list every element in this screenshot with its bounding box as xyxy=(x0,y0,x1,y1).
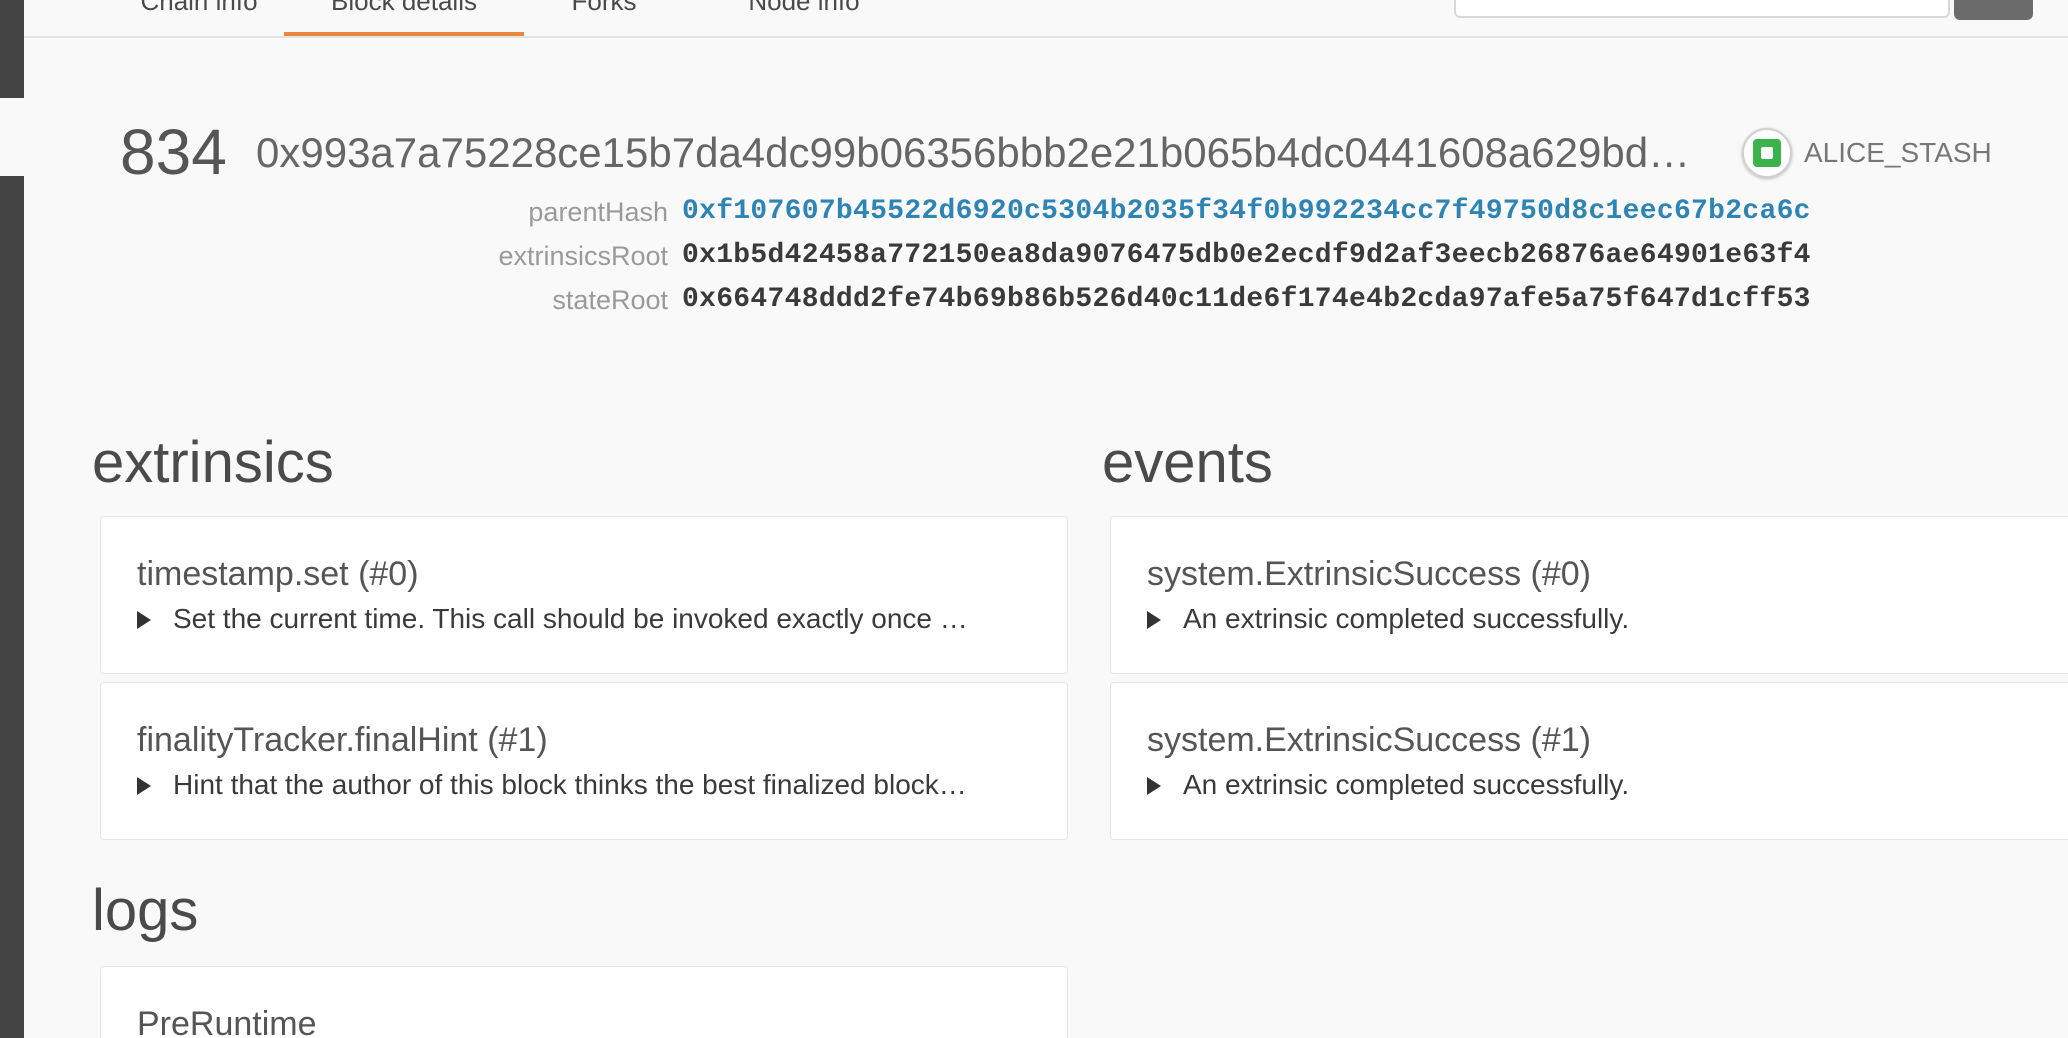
extrinsic-title: finalityTracker.finalHint (#1) xyxy=(137,721,548,759)
events-heading: events xyxy=(1102,430,1273,495)
tab-node-info[interactable]: Node info xyxy=(704,0,904,36)
extrinsic-title: timestamp.set (#0) xyxy=(137,555,419,593)
parent-hash-link[interactable]: 0xf107607b45522d6920c5304b2035f34f0b9922… xyxy=(682,192,1811,232)
extrinsic-summary-text: Hint that the author of this block think… xyxy=(173,769,967,800)
extrinsic-card: finalityTracker.finalHint (#1) Hint that… xyxy=(100,682,1068,840)
tab-chain-info[interactable]: Chain info xyxy=(114,0,284,36)
log-card: PreRuntime xyxy=(100,966,1068,1038)
extrinsic-summary-toggle[interactable]: Hint that the author of this block think… xyxy=(137,765,1049,805)
block-search-button[interactable] xyxy=(1954,0,2033,20)
parent-hash-label: parentHash xyxy=(528,197,668,227)
sidebar-notch xyxy=(0,98,24,176)
event-summary-text: An extrinsic completed successfully. xyxy=(1183,769,1630,800)
state-root-value: 0x664748ddd2fe74b69b86b526d40c11de6f174e… xyxy=(682,284,1811,315)
extrinsic-summary-toggle[interactable]: Set the current time. This call should b… xyxy=(137,599,1049,639)
extrinsics-root-label: extrinsicsRoot xyxy=(498,241,668,271)
tab-block-details[interactable]: Block details xyxy=(284,0,524,36)
parent-hash-row: parentHash 0xf107607b45522d6920c5304b203… xyxy=(0,192,2068,232)
logs-heading: logs xyxy=(92,878,199,943)
event-summary-toggle[interactable]: An extrinsic completed successfully. xyxy=(1147,599,1629,639)
extrinsics-heading: extrinsics xyxy=(92,430,334,495)
expand-triangle-icon xyxy=(1147,611,1161,629)
event-title: system.ExtrinsicSuccess (#0) xyxy=(1147,555,1591,593)
expand-triangle-icon xyxy=(137,777,151,795)
expand-triangle-icon xyxy=(137,611,151,629)
author-identicon-icon xyxy=(1742,128,1792,178)
extrinsic-card: timestamp.set (#0) Set the current time.… xyxy=(100,516,1068,674)
tab-forks[interactable]: Forks xyxy=(554,0,654,36)
block-number: 834 xyxy=(120,116,227,188)
event-card: system.ExtrinsicSuccess (#0) An extrinsi… xyxy=(1110,516,2068,674)
extrinsics-root-row: extrinsicsRoot 0x1b5d42458a772150ea8da90… xyxy=(0,236,2068,276)
sidebar-strip xyxy=(0,0,24,1038)
event-title: system.ExtrinsicSuccess (#1) xyxy=(1147,721,1591,759)
block-hash: 0x993a7a75228ce15b7da4dc99b06356bbb2e21b… xyxy=(256,129,1691,176)
event-summary-toggle[interactable]: An extrinsic completed successfully. xyxy=(1147,765,1629,805)
event-card: system.ExtrinsicSuccess (#1) An extrinsi… xyxy=(1110,682,2068,840)
block-search-input[interactable] xyxy=(1454,0,1950,18)
extrinsics-root-value: 0x1b5d42458a772150ea8da9076475db0e2ecdf9… xyxy=(682,240,1811,271)
log-title: PreRuntime xyxy=(137,1005,317,1038)
expand-triangle-icon xyxy=(1147,777,1161,795)
author-name: ALICE_STASH xyxy=(1804,137,1992,168)
event-summary-text: An extrinsic completed successfully. xyxy=(1183,603,1630,634)
state-root-row: stateRoot 0x664748ddd2fe74b69b86b526d40c… xyxy=(0,280,2068,320)
tab-bar: Chain info Block details Forks Node info xyxy=(24,0,2068,38)
state-root-label: stateRoot xyxy=(552,285,668,315)
extrinsic-summary-text: Set the current time. This call should b… xyxy=(173,603,968,634)
